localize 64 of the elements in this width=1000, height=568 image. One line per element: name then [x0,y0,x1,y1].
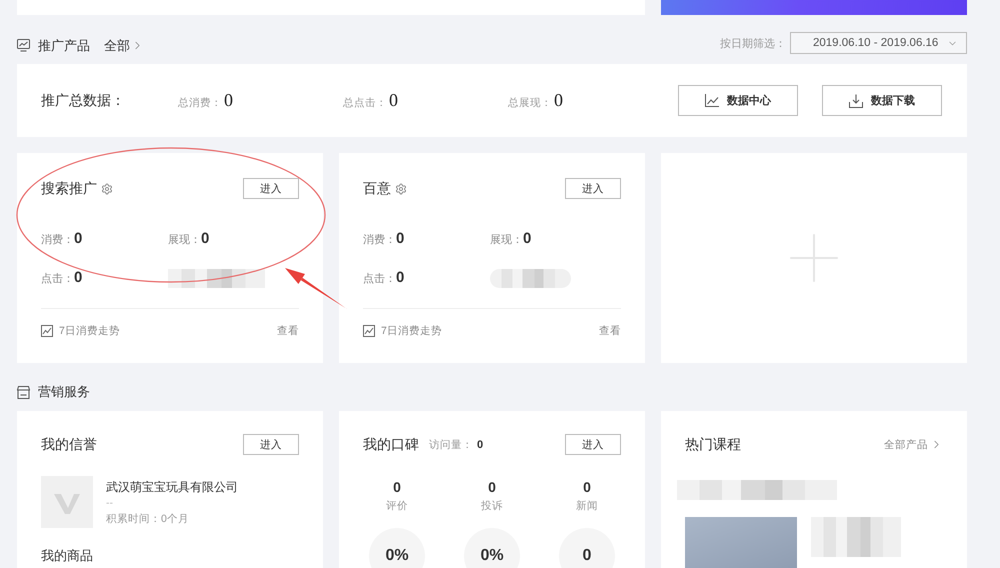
all-link[interactable]: 全部 [104,36,144,54]
date-range-dropdown[interactable]: 2019.06.10 - 2019.06.16 [790,32,967,54]
stat-value: 0 [389,90,398,111]
metric-label: 展现： [168,233,201,247]
stat-label: 评价 [386,499,408,513]
stat-value: 0 [224,90,233,111]
store-icon [17,386,30,398]
view-link[interactable]: 查看 [277,324,299,338]
metric-value: 0 [523,230,532,247]
stat-value: 0 [393,479,401,495]
goods-heading: 我的商品 [41,548,93,563]
metric-value: 0 [201,230,210,247]
duration-text: 积累时间：0个月 [106,512,190,527]
stat-label: 总消费： [178,96,222,110]
stat-value: 0 [488,479,496,495]
card-title: 搜索推广 [41,180,97,198]
metric-label: 消费： [41,233,74,247]
stat-value: 0 [583,479,591,495]
card-title: 我的信誉 [41,436,97,454]
trend-label: 7日消费走势 [381,324,442,338]
settings-icon[interactable] [101,182,113,194]
stat-label: 总点击： [343,96,387,110]
visits-label: 访问量： [429,438,473,452]
trend-chart-icon [363,325,375,337]
metric-label: 点击： [41,272,74,286]
section-title: 推广产品 [38,36,90,54]
metric-label: 点击： [363,272,396,286]
data-center-button[interactable]: 数据中心 [678,85,798,116]
trend-chart-icon [41,325,53,337]
metric-label: 消费： [363,233,396,247]
enter-button[interactable]: 进入 [565,434,621,455]
company-logo-icon [41,476,93,528]
metric-label: 展现： [490,233,523,247]
company-subtitle: -- [106,496,114,511]
card-title: 热门课程 [685,436,741,454]
trend-label: 7日消费走势 [59,324,120,338]
enter-button[interactable]: 进入 [243,434,299,455]
card-title: 百意 [363,180,391,198]
metric-value: 0 [396,269,404,286]
enter-button[interactable]: 进入 [243,178,299,199]
metric-value: 0 [74,269,82,286]
enter-button[interactable]: 进入 [565,178,621,199]
rate-disc: 0% [369,528,425,568]
line-chart-icon [705,94,719,107]
metric-value: 0 [74,230,82,247]
download-icon [849,94,863,108]
stat-label: 总展现： [508,96,552,110]
rate-disc: 0% [464,528,520,568]
stat-value: 0 [554,90,563,111]
rate-disc: 0 [559,528,615,568]
download-button[interactable]: 数据下载 [822,85,942,116]
summary-title: 推广总数据： [41,92,125,110]
stat-label: 新闻 [576,499,598,513]
stat-label: 投诉 [481,499,503,513]
view-link[interactable]: 查看 [599,324,621,338]
filter-label: 按日期筛选： [720,36,786,50]
all-products-link[interactable]: 全部产品 [884,438,943,452]
card-title: 我的口碑 [363,436,419,454]
visits-value: 0 [477,438,484,450]
metric-value: 0 [396,230,404,247]
section-title: 营销服务 [38,383,90,401]
company-name: 武汉萌宝宝玩具有限公司 [106,479,238,495]
settings-icon[interactable] [395,182,407,194]
chart-monitor-icon [17,39,30,52]
